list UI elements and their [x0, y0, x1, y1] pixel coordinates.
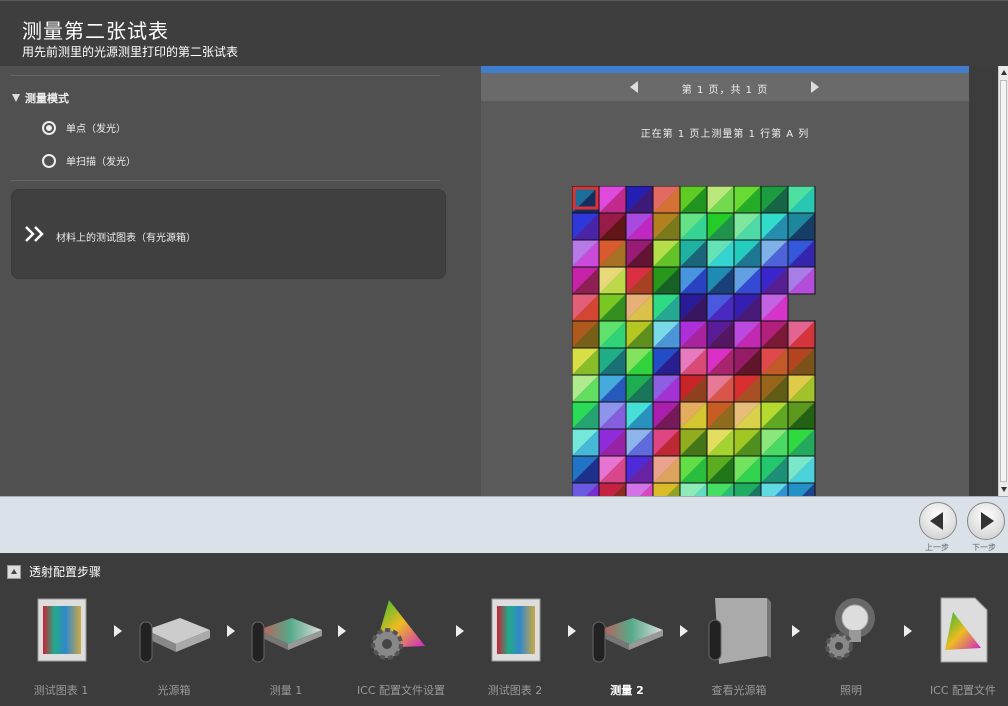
step-view-lightbox[interactable]: 查看光源箱	[683, 588, 795, 706]
radio-selected-icon[interactable]	[42, 120, 56, 135]
measure-icon	[592, 618, 663, 663]
measure-mode-heading: 测量模式	[25, 92, 69, 105]
divider	[10, 180, 440, 181]
page-subtitle: 用先前测里的光源测里打印的第二张试表	[22, 45, 239, 59]
step-label: 照明	[840, 684, 862, 697]
measure-mode-header[interactable]: 测量模式	[12, 90, 69, 106]
step-label: ICC 配置文件设置	[356, 684, 446, 697]
divider	[10, 75, 440, 76]
step-test-chart-2[interactable]: 测试图表 2	[459, 588, 571, 706]
step-label: 测试图表 2	[487, 684, 543, 697]
radio-label: 单扫描（发光）	[66, 157, 136, 168]
collapse-icon[interactable]	[7, 564, 21, 579]
step-lighting[interactable]: 照明	[795, 588, 907, 706]
step-label: 测试图表 1	[33, 684, 89, 697]
radio-single-point[interactable]: 单点（发光）	[42, 120, 126, 135]
test-chart-icon	[37, 598, 87, 662]
step-icc-settings[interactable]: ICC 配置文件设置	[345, 588, 457, 706]
double-chevron-right-icon	[25, 226, 44, 242]
scroll-thumb[interactable]	[1000, 80, 1007, 482]
icc-settings-icon	[371, 600, 425, 660]
step-lightbox[interactable]: 光源箱	[118, 588, 230, 706]
step-icc-profile[interactable]: ICC 配置文件	[907, 588, 1008, 706]
pager: 第 1 页，共 1 页	[481, 73, 969, 101]
next-arrow-icon	[981, 512, 994, 530]
next-button[interactable]	[967, 502, 1005, 540]
back-label: 上一步	[925, 543, 949, 552]
radio-single-scan[interactable]: 单扫描（发光）	[42, 153, 136, 168]
scroll-down-arrow-icon[interactable]	[1001, 487, 1007, 492]
back-arrow-icon	[930, 512, 943, 530]
header: 测量第二张试表 用先前测里的光源测里打印的第二张试表	[0, 0, 1008, 66]
step-label: 查看光源箱	[711, 684, 767, 697]
step-label: 测量 1	[269, 684, 303, 697]
steps-header[interactable]: 透射配置步骤	[7, 563, 101, 580]
radio-unselected-icon[interactable]	[42, 153, 56, 168]
chart-preview: 第 1 页，共 1 页 正在第 1 页上测量第 1 行第 A 列	[481, 66, 969, 496]
test-chart-patches	[572, 186, 816, 496]
step-label: 光源箱	[157, 684, 191, 697]
step-measure-2[interactable]: 测量 2	[571, 588, 683, 706]
step-test-chart-1[interactable]: 测试图表 1	[5, 588, 117, 706]
radio-label: 单点（发光）	[66, 124, 126, 135]
chart-option-label: 材料上的测试图表（有光源箱）	[56, 233, 196, 244]
step-label: 测量 2	[610, 684, 644, 697]
page-indicator: 第 1 页，共 1 页	[681, 85, 769, 96]
step-label: ICC 配置文件	[929, 684, 997, 697]
chart-on-material-option[interactable]: 材料上的测试图表（有光源箱）	[11, 189, 446, 279]
steps-title: 透射配置步骤	[29, 565, 102, 579]
back-button[interactable]	[919, 502, 957, 540]
preview-accent-bar	[481, 66, 969, 73]
next-page-arrow-icon[interactable]	[811, 81, 819, 93]
step-measure-1[interactable]: 测量 1	[230, 588, 342, 706]
lightbox-icon	[139, 618, 210, 663]
collapse-triangle-icon[interactable]	[12, 94, 20, 102]
lighting-icon	[825, 598, 875, 660]
view-lightbox-icon	[708, 598, 771, 664]
scroll-up-arrow-icon[interactable]	[1001, 70, 1007, 75]
icc-profile-icon	[940, 597, 988, 663]
vertical-scrollbar[interactable]	[998, 66, 1008, 496]
workflow-steps: 测试图表 1 光源箱 测量 1 ICC 配置文件设置 测试图表 2 测量 2 查…	[0, 588, 1008, 706]
next-label: 下一步	[972, 543, 996, 552]
page-title: 测量第二张试表	[22, 19, 169, 43]
navigation-bar	[0, 496, 1008, 553]
test-chart-icon	[491, 598, 541, 662]
measure-status: 正在第 1 页上测量第 1 行第 A 列	[640, 129, 810, 140]
measure-icon	[251, 618, 322, 663]
